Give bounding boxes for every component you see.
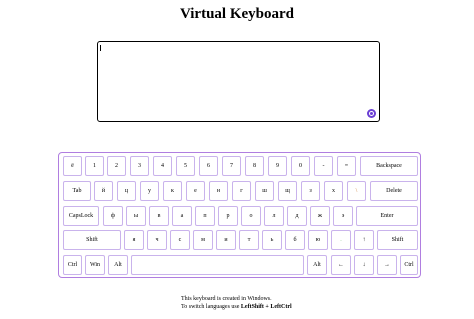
key-er[interactable]: р <box>218 206 238 226</box>
key-3[interactable]: 3 <box>130 156 149 176</box>
key-che[interactable]: ч <box>147 230 167 250</box>
key-minus[interactable]: - <box>314 156 333 176</box>
key-ka[interactable]: к <box>163 181 182 201</box>
footer-line-2-prefix: To switch languages use <box>181 304 241 310</box>
key-i[interactable]: и <box>216 230 236 250</box>
key-pe[interactable]: п <box>195 206 215 226</box>
keyboard-row-numbers: ё 1 2 3 4 5 6 7 8 9 0 - = Backspace <box>59 156 422 178</box>
language-shortcut: LeftShift + LeftCtrl <box>240 304 292 310</box>
grammarly-icon[interactable] <box>367 109 376 118</box>
key-period[interactable]: . <box>331 230 351 250</box>
key-backspace[interactable]: Backspace <box>360 156 418 176</box>
keyboard-row-modifiers: Ctrl Win Alt Alt ← ↓ → Ctrl <box>59 255 422 277</box>
key-shift-left[interactable]: Shift <box>63 230 121 250</box>
key-5[interactable]: 5 <box>176 156 195 176</box>
page-title: Virtual Keyboard <box>179 6 295 22</box>
key-alt-right[interactable]: Alt <box>307 255 327 275</box>
key-tse[interactable]: ц <box>117 181 136 201</box>
key-te[interactable]: т <box>239 230 259 250</box>
key-arrow-left[interactable]: ← <box>331 255 351 275</box>
key-sha[interactable]: ш <box>255 181 274 201</box>
key-ze[interactable]: з <box>301 181 320 201</box>
key-1[interactable]: 1 <box>85 156 104 176</box>
key-7[interactable]: 7 <box>222 156 241 176</box>
key-arrow-right[interactable]: → <box>377 255 397 275</box>
key-kha[interactable]: х <box>324 181 343 201</box>
footer-line-1: This keyboard is created in Windows. <box>181 296 272 302</box>
key-alt-left[interactable]: Alt <box>108 255 128 275</box>
keyboard-row-top-letters: Tab й ц у к е н г ш щ з х \ Delete <box>59 181 422 203</box>
key-ge[interactable]: г <box>232 181 251 201</box>
key-o[interactable]: о <box>241 206 261 226</box>
key-shorti[interactable]: й <box>94 181 113 201</box>
key-space[interactable] <box>131 255 304 275</box>
key-shift-right[interactable]: Shift <box>377 230 418 250</box>
key-ve[interactable]: в <box>149 206 169 226</box>
key-be[interactable]: б <box>285 230 305 250</box>
key-ef[interactable]: ф <box>103 206 123 226</box>
key-backslash[interactable]: \ <box>347 181 366 201</box>
key-8[interactable]: 8 <box>245 156 264 176</box>
virtual-keyboard: ё 1 2 3 4 5 6 7 8 9 0 - = Backspace Tab … <box>58 152 421 278</box>
key-capslock[interactable]: CapsLock <box>63 206 99 226</box>
key-ctrl-left[interactable]: Ctrl <box>63 255 82 275</box>
key-4[interactable]: 4 <box>153 156 172 176</box>
key-a[interactable]: а <box>172 206 192 226</box>
key-yo[interactable]: ё <box>63 156 82 176</box>
key-u[interactable]: у <box>140 181 159 201</box>
footer-note: This keyboard is created in Windows. To … <box>181 295 292 311</box>
keyboard-row-home: CapsLock ф ы в а п р о л д ж э Enter <box>59 206 422 228</box>
key-el[interactable]: л <box>264 206 284 226</box>
key-enter[interactable]: Enter <box>356 206 418 226</box>
key-delete[interactable]: Delete <box>370 181 418 201</box>
key-yu[interactable]: ю <box>308 230 328 250</box>
key-equals[interactable]: = <box>337 156 356 176</box>
key-win[interactable]: Win <box>85 255 105 275</box>
text-output-area[interactable] <box>97 41 380 122</box>
key-es[interactable]: с <box>170 230 190 250</box>
key-zhe[interactable]: ж <box>310 206 330 226</box>
key-0[interactable]: 0 <box>291 156 310 176</box>
text-caret <box>100 45 101 51</box>
key-e[interactable]: э <box>333 206 353 226</box>
key-yery[interactable]: ы <box>126 206 146 226</box>
key-ya[interactable]: я <box>124 230 144 250</box>
keyboard-row-bottom-letters: Shift я ч с м и т ь б ю . ↑ Shift <box>59 230 422 252</box>
key-em[interactable]: м <box>193 230 213 250</box>
key-ye[interactable]: е <box>186 181 205 201</box>
key-ctrl-right[interactable]: Ctrl <box>400 255 418 275</box>
key-9[interactable]: 9 <box>268 156 287 176</box>
key-6[interactable]: 6 <box>199 156 218 176</box>
key-2[interactable]: 2 <box>107 156 126 176</box>
key-tab[interactable]: Tab <box>63 181 91 201</box>
key-en[interactable]: н <box>209 181 228 201</box>
key-soft-sign[interactable]: ь <box>262 230 282 250</box>
key-arrow-up[interactable]: ↑ <box>354 230 374 250</box>
key-de[interactable]: д <box>287 206 307 226</box>
key-arrow-down[interactable]: ↓ <box>354 255 374 275</box>
key-shcha[interactable]: щ <box>278 181 297 201</box>
footer-line-2: To switch languages use LeftShift + Left… <box>181 303 292 311</box>
